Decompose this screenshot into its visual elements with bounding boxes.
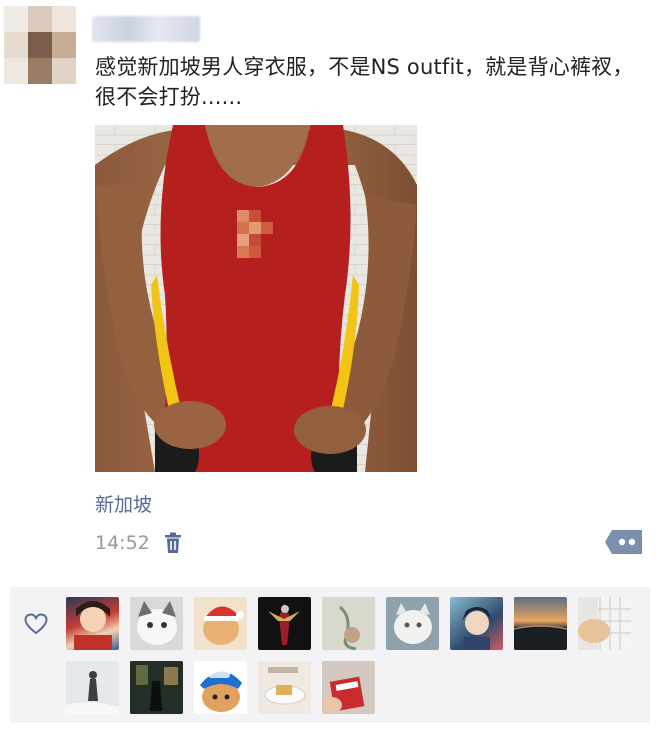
post-text: 感觉新加坡男人穿衣服，不是NS outfit，就是背心裤衩，很不会打扮.....… [95,55,634,109]
liker-avatar[interactable] [194,661,247,714]
heart-outline-icon [24,613,48,635]
liker-avatar[interactable] [386,597,439,650]
liker-avatar[interactable] [322,597,375,650]
username-blurred[interactable] [92,16,200,42]
liker-avatar[interactable] [194,597,247,650]
liker-avatar[interactable] [258,597,311,650]
post-photo[interactable] [95,125,417,472]
liker-avatar[interactable] [130,661,183,714]
comment-more-icon[interactable] [604,528,644,556]
liker-avatar[interactable] [66,661,119,714]
post-time: 14:52 [95,532,150,554]
liker-avatar[interactable] [322,661,375,714]
liker-avatar[interactable] [130,597,183,650]
liker-avatar[interactable] [258,661,311,714]
avatar[interactable] [4,6,76,84]
liker-avatar[interactable] [66,597,119,650]
liker-avatar[interactable] [450,597,503,650]
liker-avatar[interactable] [514,597,567,650]
trash-icon[interactable] [163,532,183,554]
likes-panel [10,587,650,723]
jersey-photo-svg [95,125,417,472]
liker-avatar[interactable] [578,597,631,650]
location-link[interactable]: 新加坡 [95,490,152,517]
